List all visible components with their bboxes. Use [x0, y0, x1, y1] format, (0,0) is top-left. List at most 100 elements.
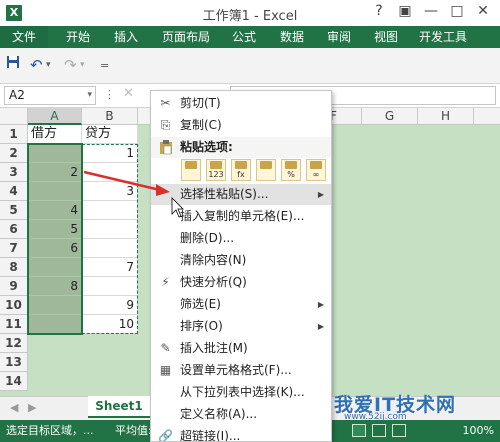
- row-header-6[interactable]: 6: [0, 220, 28, 239]
- title-bar: X 工作簿1 - Excel ? ▣ — □ ✕: [0, 0, 500, 26]
- maximize-button[interactable]: □: [446, 3, 468, 19]
- tab-review[interactable]: 审阅: [319, 26, 359, 48]
- menu-item-insert-comment-label: 插入批注(M): [180, 341, 248, 355]
- paste-option-default-icon[interactable]: [181, 159, 201, 181]
- submenu-arrow-icon: ▶: [317, 190, 324, 199]
- row-header-12[interactable]: 12: [0, 334, 28, 353]
- row-header-10[interactable]: 10: [0, 296, 28, 315]
- insert-comment-icon: ✎: [160, 341, 171, 355]
- redo-dropdown-icon[interactable]: ▾: [80, 60, 85, 70]
- menu-paste-options-label: 粘贴选项:: [180, 140, 233, 154]
- status-message: 选定目标区域，...: [6, 424, 94, 437]
- status-average: 平均值:: [115, 424, 152, 437]
- menu-item-insert-copied-cells[interactable]: 插入复制的单元格(E)...: [151, 206, 331, 227]
- menu-item-clear-contents-label: 清除内容(N): [180, 253, 247, 267]
- row-header-11[interactable]: 11: [0, 315, 28, 334]
- tab-page-layout[interactable]: 页面布局: [155, 26, 217, 48]
- column-header-i[interactable]: [474, 108, 500, 125]
- name-box[interactable]: A2 ▾: [4, 86, 96, 105]
- menu-item-filter[interactable]: 筛选(E) ▶: [151, 294, 331, 315]
- menu-item-paste-special[interactable]: 选择性粘贴(S)... ▶: [151, 184, 331, 205]
- tab-formulas[interactable]: 公式: [224, 26, 264, 48]
- menu-item-insert-comment[interactable]: ✎ 插入批注(M): [151, 338, 331, 359]
- tab-developer[interactable]: 开发工具: [412, 26, 474, 48]
- undo-icon[interactable]: ↶: [30, 56, 43, 74]
- splitter-icon[interactable]: ⋮: [104, 88, 115, 101]
- row-header-4[interactable]: 4: [0, 182, 28, 201]
- paste-option-link-caption: ∞: [312, 170, 320, 179]
- quick-analysis-icon: ⚡: [161, 275, 170, 289]
- tab-home[interactable]: 开始: [58, 26, 98, 48]
- row-header-5[interactable]: 5: [0, 201, 28, 220]
- row-header-13[interactable]: 13: [0, 353, 28, 372]
- save-icon[interactable]: [6, 55, 20, 73]
- tab-view[interactable]: 视图: [366, 26, 406, 48]
- ribbon-display-button[interactable]: ▣: [394, 3, 416, 19]
- cut-icon: ✂: [160, 96, 171, 110]
- column-header-b[interactable]: B: [82, 108, 138, 125]
- menu-item-format-cells[interactable]: ▦ 设置单元格格式(F)...: [151, 360, 331, 381]
- row-header-7[interactable]: 7: [0, 239, 28, 258]
- menu-item-insert-copied-cells-label: 插入复制的单元格(E)...: [180, 209, 305, 223]
- row-header-3[interactable]: 3: [0, 163, 28, 182]
- paste-option-formatting-caption: %: [287, 170, 295, 179]
- submenu-arrow-icon: ▶: [317, 300, 324, 309]
- menu-item-sort-label: 排序(O): [180, 319, 223, 333]
- next-sheet-icon[interactable]: ▶: [28, 401, 36, 414]
- menu-item-define-name-label: 定义名称(A)...: [180, 407, 258, 421]
- tab-insert[interactable]: 插入: [106, 26, 146, 48]
- menu-item-pick-from-list[interactable]: 从下拉列表中选择(K)...: [151, 382, 331, 403]
- hyperlink-icon: 🔗: [158, 429, 173, 442]
- prev-sheet-icon[interactable]: ◀: [10, 401, 18, 414]
- column-header-g[interactable]: G: [362, 108, 418, 125]
- row-header-14[interactable]: 14: [0, 372, 28, 391]
- menu-item-hyperlink[interactable]: 🔗 超链接(I)...: [151, 426, 331, 442]
- watermark-url: www.52ij.com: [344, 412, 407, 422]
- paste-option-link-icon[interactable]: ∞: [306, 159, 326, 181]
- menu-item-copy-label: 复制(C): [180, 118, 222, 132]
- menu-item-copy[interactable]: ⎘ 复制(C): [151, 115, 331, 136]
- name-box-value: A2: [9, 88, 25, 102]
- copy-icon: ⎘: [160, 118, 171, 132]
- menu-item-hyperlink-label: 超链接(I)...: [180, 429, 241, 442]
- undo-dropdown-icon[interactable]: ▾: [46, 60, 51, 70]
- menu-item-cut[interactable]: ✂ 剪切(T): [151, 93, 331, 114]
- row-header-1[interactable]: 1: [0, 125, 28, 144]
- help-button[interactable]: ?: [368, 3, 390, 19]
- menu-item-quick-analysis[interactable]: ⚡ 快速分析(Q): [151, 272, 331, 293]
- sheet-tab-sheet1[interactable]: Sheet1: [88, 396, 150, 418]
- copy-marquee: [82, 144, 138, 334]
- row-header-9[interactable]: 9: [0, 277, 28, 296]
- menu-item-format-cells-label: 设置单元格格式(F)...: [180, 363, 292, 377]
- menu-item-sort[interactable]: 排序(O) ▶: [151, 316, 331, 337]
- selection-range: [27, 143, 83, 335]
- paste-option-transpose-icon[interactable]: [256, 159, 276, 181]
- menu-item-delete[interactable]: 删除(D)...: [151, 228, 331, 249]
- customize-icon[interactable]: =: [100, 59, 109, 72]
- row-header-8[interactable]: 8: [0, 258, 28, 277]
- minimize-button[interactable]: —: [420, 3, 442, 19]
- menu-item-delete-label: 删除(D)...: [180, 231, 235, 245]
- select-all-corner[interactable]: [0, 108, 28, 125]
- column-header-a[interactable]: A: [28, 108, 82, 125]
- redo-icon[interactable]: ↷: [64, 56, 77, 74]
- chevron-down-icon[interactable]: ▾: [87, 87, 92, 104]
- cell-b1[interactable]: 贷方: [82, 125, 138, 144]
- menu-item-define-name[interactable]: 定义名称(A)...: [151, 404, 331, 425]
- close-button[interactable]: ✕: [472, 3, 494, 19]
- menu-item-clear-contents[interactable]: 清除内容(N): [151, 250, 331, 271]
- row-header-2[interactable]: 2: [0, 144, 28, 163]
- menu-item-paste-special-label: 选择性粘贴(S)...: [180, 187, 269, 201]
- paste-icon: [158, 140, 173, 155]
- paste-option-formulas-caption: fx: [237, 170, 245, 179]
- menu-item-pick-from-list-label: 从下拉列表中选择(K)...: [180, 385, 305, 399]
- paste-option-formatting-icon[interactable]: %: [281, 159, 301, 181]
- paste-option-values-icon[interactable]: 123: [206, 159, 226, 181]
- column-header-h[interactable]: H: [418, 108, 474, 125]
- cancel-icon[interactable]: ✕: [123, 86, 134, 101]
- tab-file[interactable]: 文件: [0, 26, 48, 48]
- paste-option-formulas-icon[interactable]: fx: [231, 159, 251, 181]
- menu-item-cut-label: 剪切(T): [180, 96, 221, 110]
- cell-a1[interactable]: 借方: [28, 125, 82, 144]
- tab-data[interactable]: 数据: [272, 26, 312, 48]
